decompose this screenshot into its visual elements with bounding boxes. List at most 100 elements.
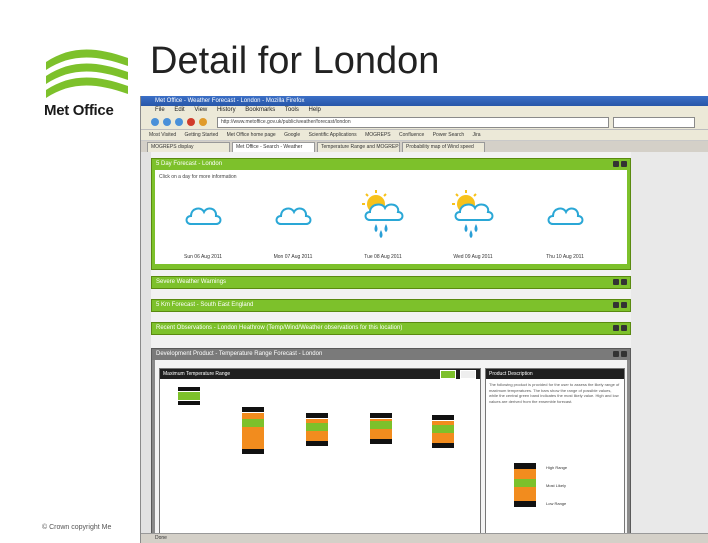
forward-icon[interactable] [163, 118, 171, 126]
minimize-icon[interactable] [613, 161, 619, 167]
address-bar[interactable]: http://www.metoffice.gov.uk/public/weath… [217, 116, 609, 128]
page-margin [631, 152, 708, 543]
window-title: Met Office - Weather Forecast - London -… [141, 96, 708, 106]
bookmark-item[interactable]: Most Visited [149, 132, 176, 138]
web-page: 5 Day Forecast - London Click on a day f… [151, 152, 631, 543]
cloud-icon [185, 207, 222, 225]
search-input[interactable] [613, 116, 695, 128]
description-title: Product Description [486, 369, 624, 379]
severe-weather-header[interactable]: Severe Weather Warnings [152, 277, 630, 288]
recent-observations-header[interactable]: Recent Observations - London Heathrow (T… [152, 323, 630, 334]
menu-history[interactable]: History [217, 107, 236, 113]
legend-high: High Range [546, 465, 568, 470]
chart-title: Maximum Temperature Range [163, 371, 231, 377]
menu-tools[interactable]: Tools [285, 107, 299, 113]
forecast-panel-header[interactable]: 5 Day Forecast - London [152, 159, 630, 170]
bookmark-item[interactable]: Met Office home page [227, 132, 276, 138]
range-bar [242, 407, 264, 454]
forecast-panel-body: Click on a day for more information Sun … [155, 170, 627, 264]
bookmark-item[interactable]: Power Search [433, 132, 464, 138]
chart-toggle-button[interactable] [440, 370, 456, 379]
tab-met-office[interactable]: Met Office - Search - Weather [232, 142, 315, 152]
forecast-day[interactable]: Mon 07 Aug 2011 [263, 190, 323, 260]
forecast-date: Tue 08 Aug 2011 [364, 254, 402, 260]
forecast-day[interactable]: Wed 09 Aug 2011 [443, 190, 503, 260]
page-title: Detail for London [150, 40, 440, 82]
forecast-date: Thu 10 Aug 2011 [546, 254, 584, 260]
forecast-day[interactable]: Thu 10 Aug 2011 [535, 190, 595, 260]
5km-forecast-header[interactable]: 5 Km Forecast - South East England [152, 300, 630, 311]
sun-rain-icon [362, 190, 404, 238]
bookmark-item[interactable]: Jira [473, 132, 481, 138]
5km-forecast-panel[interactable]: 5 Km Forecast - South East England [151, 299, 631, 312]
cloud-icon [547, 207, 584, 225]
development-panel-body: Maximum Temperature Range Product Descri… [155, 360, 627, 540]
legend-low: Low Range [546, 501, 567, 506]
development-product-panel: Development Product - Temperature Range … [151, 348, 631, 543]
status-bar: Done [141, 533, 708, 543]
legend-swatch [514, 463, 536, 507]
forecast-day[interactable]: Tue 08 Aug 2011 [353, 190, 413, 260]
copyright-text: © Crown copyright Me [42, 524, 112, 531]
recent-observations-title: Recent Observations - London Heathrow (T… [156, 325, 403, 331]
product-description: Product Description The following produc… [485, 368, 625, 540]
forecast-day[interactable]: Sun 06 Aug 2011 [173, 190, 233, 260]
range-bar [432, 415, 454, 448]
bookmark-item[interactable]: MOGREPS [365, 132, 391, 138]
minimize-icon[interactable] [613, 351, 619, 357]
page-content: 5 Day Forecast - London Click on a day f… [141, 152, 708, 543]
close-icon[interactable] [621, 325, 627, 331]
close-icon[interactable] [621, 161, 627, 167]
expand-icon[interactable] [613, 279, 619, 285]
bookmark-item[interactable]: Scientific Applications [309, 132, 357, 138]
chart-toggle-button[interactable] [460, 370, 476, 379]
reload-icon[interactable] [175, 118, 183, 126]
development-panel-header[interactable]: Development Product - Temperature Range … [152, 349, 630, 360]
tab-mogreps[interactable]: MOGREPS display [147, 142, 230, 152]
cloud-icon [275, 207, 312, 225]
forecast-hint: Click on a day for more information [159, 174, 237, 180]
forecast-date: Sun 06 Aug 2011 [184, 254, 222, 260]
recent-observations-panel[interactable]: Recent Observations - London Heathrow (T… [151, 322, 631, 335]
tab-strip: MOGREPS display Met Office - Search - We… [141, 141, 708, 152]
menu-edit[interactable]: Edit [174, 107, 184, 113]
close-icon[interactable] [621, 279, 627, 285]
close-icon[interactable] [621, 351, 627, 357]
logo-text: Met Office [44, 102, 114, 119]
forecast-panel-title: 5 Day Forecast - London [156, 161, 223, 167]
browser-window: Met Office - Weather Forecast - London -… [140, 96, 708, 543]
bookmarks-toolbar: Most Visited Getting Started Met Office … [141, 130, 708, 141]
expand-icon[interactable] [613, 302, 619, 308]
expand-icon[interactable] [613, 325, 619, 331]
stop-icon[interactable] [187, 118, 195, 126]
tab-wind-probability[interactable]: Probability map of Wind speed [402, 142, 485, 152]
tab-temperature-range[interactable]: Temperature Range and MOGREPS [317, 142, 400, 152]
menu-file[interactable]: File [155, 107, 165, 113]
forecast-panel: 5 Day Forecast - London Click on a day f… [151, 158, 631, 270]
range-bar [306, 413, 328, 446]
bookmark-item[interactable]: Google [284, 132, 300, 138]
chart-header: Maximum Temperature Range [160, 369, 480, 379]
legend-most-likely: Most Likely [546, 483, 567, 488]
severe-weather-panel[interactable]: Severe Weather Warnings [151, 276, 631, 289]
development-panel-title: Development Product - Temperature Range … [156, 351, 323, 357]
menu-view[interactable]: View [194, 107, 207, 113]
range-bars [178, 387, 454, 454]
menu-help[interactable]: Help [309, 107, 321, 113]
forecast-date: Wed 09 Aug 2011 [453, 254, 493, 260]
bookmark-item[interactable]: Confluence [399, 132, 424, 138]
forecast-date: Mon 07 Aug 2011 [273, 254, 313, 260]
back-icon[interactable] [151, 118, 159, 126]
severe-weather-title: Severe Weather Warnings [156, 279, 227, 285]
home-icon[interactable] [199, 118, 207, 126]
navigation-toolbar: http://www.metoffice.gov.uk/public/weath… [141, 115, 708, 130]
sun-rain-icon [452, 190, 494, 238]
5km-forecast-title: 5 Km Forecast - South East England [156, 302, 254, 308]
close-icon[interactable] [621, 302, 627, 308]
range-bar [370, 413, 392, 444]
description-text: The following product is provided for th… [489, 382, 620, 404]
menu-bookmarks[interactable]: Bookmarks [245, 107, 275, 113]
bookmark-item[interactable]: Getting Started [185, 132, 219, 138]
menu-bar: File Edit View History Bookmarks Tools H… [141, 106, 708, 115]
temperature-range-chart: Maximum Temperature Range [159, 368, 481, 540]
